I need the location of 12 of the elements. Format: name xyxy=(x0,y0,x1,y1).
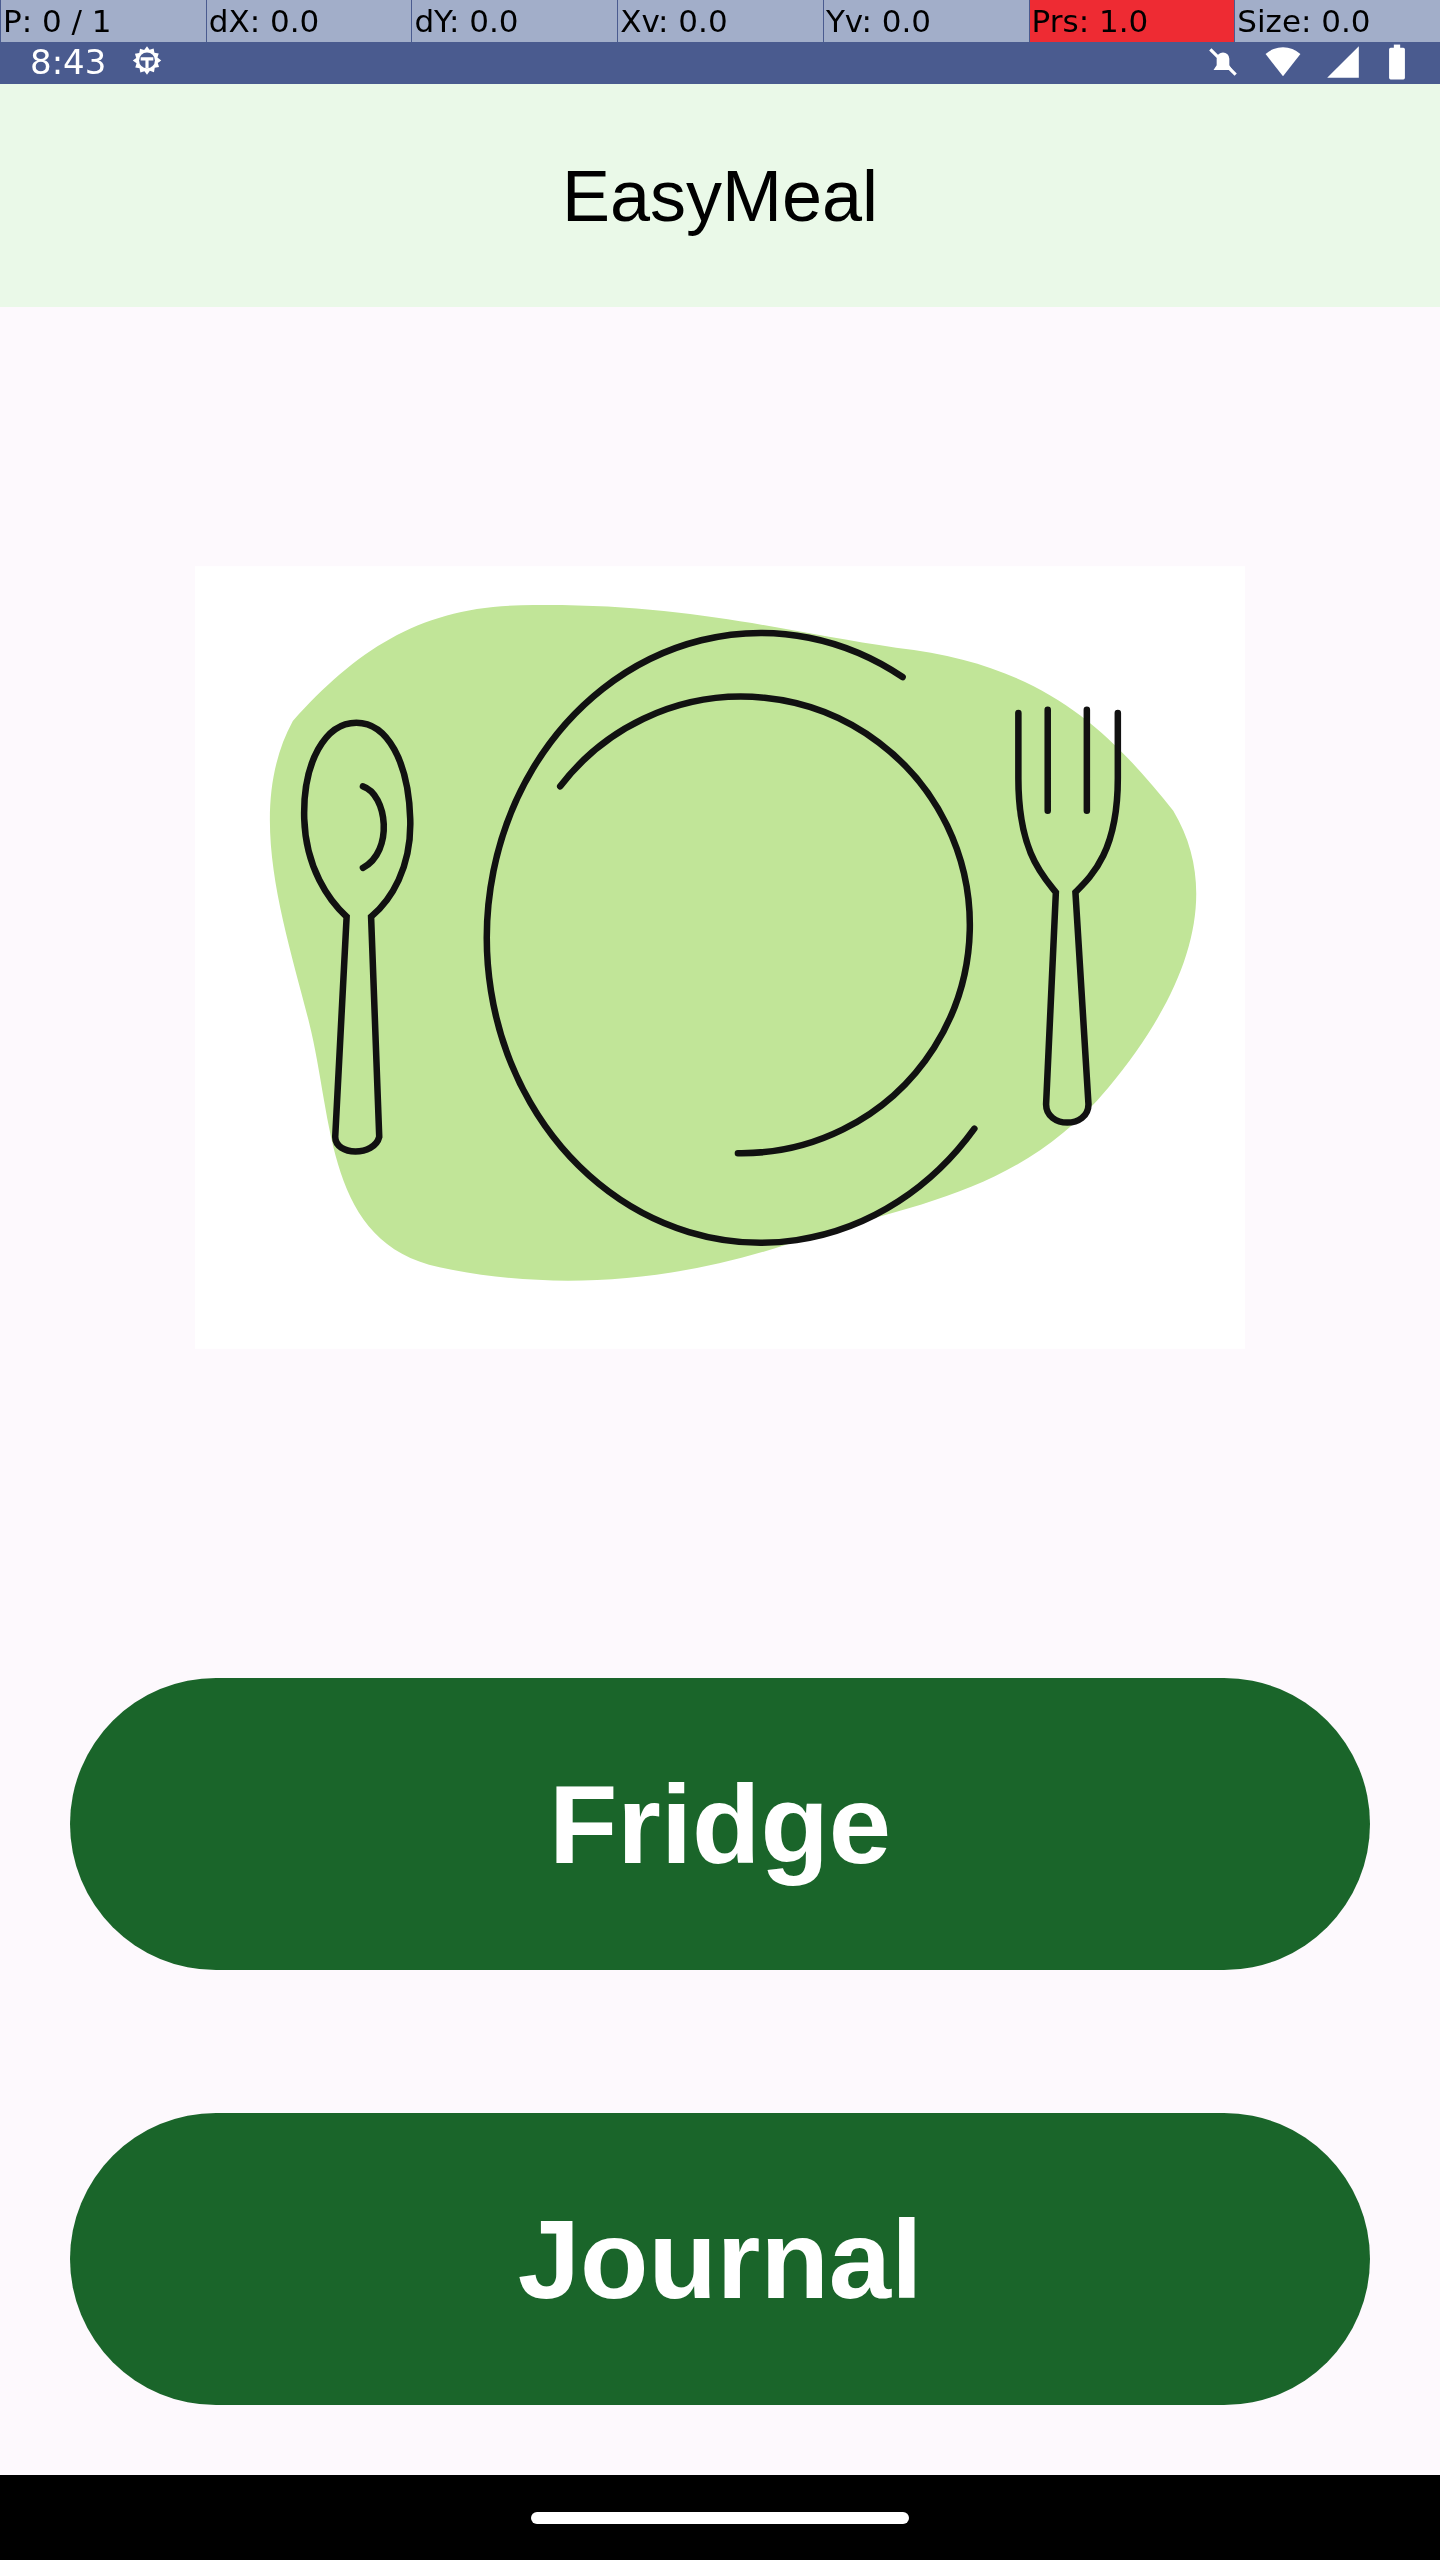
pointer-readout: dY: 0.0 xyxy=(411,0,618,42)
clock-time: 8:43 xyxy=(30,43,107,81)
pointer-readout: Prs: 1.0 xyxy=(1028,0,1235,42)
pointer-readout: P: 0 / 1 xyxy=(0,0,206,42)
pointer-readout: Yv: 0.0 xyxy=(822,0,1029,42)
pointer-readout: dX: 0.0 xyxy=(205,0,412,42)
menu-button[interactable]: Fridge xyxy=(70,1678,1370,1970)
pointer-readout: Size: 0.0 xyxy=(1234,0,1440,42)
home-handle[interactable] xyxy=(531,2511,909,2524)
app-title: EasyMeal xyxy=(561,154,879,237)
menu-button[interactable]: Journal xyxy=(70,2113,1370,2405)
pointer-readout: Xv: 0.0 xyxy=(617,0,823,42)
